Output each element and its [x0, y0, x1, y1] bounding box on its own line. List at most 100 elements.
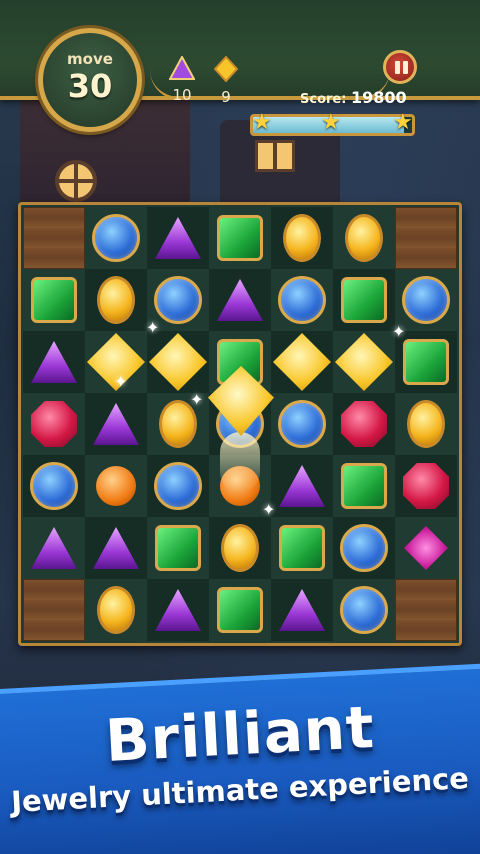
game-scene: move 30 10 9 Score: 19800 ★ ★ ★ ✦ ✦ ✦ ✦ … — [0, 0, 480, 854]
blue-gem[interactable] — [92, 214, 140, 262]
board-wood-tile — [395, 579, 457, 641]
board-cell[interactable] — [271, 393, 333, 455]
board-cell[interactable] — [209, 579, 271, 641]
board-cell[interactable] — [271, 517, 333, 579]
green-gem[interactable] — [217, 215, 263, 261]
board-wood-tile — [23, 579, 85, 641]
board-cell[interactable] — [333, 207, 395, 269]
purple-gem[interactable] — [155, 217, 201, 259]
blue-gem[interactable] — [278, 276, 326, 324]
purple-gem[interactable] — [155, 589, 201, 631]
board-cell[interactable] — [333, 579, 395, 641]
move-value: 30 — [67, 67, 113, 105]
board-cell[interactable] — [271, 455, 333, 517]
blue-gem[interactable] — [402, 276, 450, 324]
board-cell[interactable] — [85, 393, 147, 455]
board-cell[interactable] — [23, 331, 85, 393]
orange-bomb-gem[interactable] — [96, 466, 136, 506]
board-cell[interactable] — [209, 517, 271, 579]
green-gem[interactable] — [155, 525, 201, 571]
purple-gem[interactable] — [93, 527, 139, 569]
pause-button[interactable] — [383, 50, 417, 84]
board-cell[interactable] — [209, 269, 271, 331]
goal-yellow-count: 9 — [221, 88, 231, 106]
big-yellow-gem[interactable] — [335, 333, 393, 391]
blue-gem[interactable] — [340, 524, 388, 572]
yellow-gem[interactable] — [283, 214, 321, 262]
board-cell[interactable] — [147, 455, 209, 517]
sparkle-icon: ✦ — [190, 390, 204, 409]
board-cell[interactable] — [333, 269, 395, 331]
star-icon: ★ — [321, 110, 341, 135]
board-cell[interactable] — [395, 393, 457, 455]
board-cell[interactable] — [85, 579, 147, 641]
board-cell[interactable] — [85, 269, 147, 331]
blue-gem[interactable] — [278, 400, 326, 448]
board-cell[interactable] — [333, 331, 395, 393]
board-cell[interactable] — [333, 455, 395, 517]
board-cell[interactable] — [209, 207, 271, 269]
yellow-diamond-gem-icon — [213, 55, 239, 83]
sparkle-icon: ✦ — [114, 372, 128, 391]
board-cell[interactable] — [333, 517, 395, 579]
red-gem[interactable] — [403, 463, 449, 509]
purple-triangle-gem-icon — [168, 54, 196, 80]
green-gem[interactable] — [341, 277, 387, 323]
blue-gem[interactable] — [154, 462, 202, 510]
move-counter: move 30 — [38, 28, 142, 132]
board-cell[interactable] — [271, 207, 333, 269]
board-cell[interactable] — [147, 331, 209, 393]
yellow-gem[interactable] — [221, 524, 259, 572]
green-gem[interactable] — [341, 463, 387, 509]
board-cell[interactable] — [395, 455, 457, 517]
board-cell[interactable] — [85, 455, 147, 517]
score-display: Score: 19800 — [300, 88, 410, 108]
board-cell[interactable] — [23, 455, 85, 517]
purple-gem[interactable] — [31, 341, 77, 383]
board-cell[interactable] — [85, 517, 147, 579]
purple-gem[interactable] — [279, 465, 325, 507]
board-cell[interactable] — [147, 579, 209, 641]
board-cell[interactable] — [271, 331, 333, 393]
star-icon: ★ — [252, 110, 272, 135]
board-wood-tile — [23, 207, 85, 269]
yellow-gem[interactable] — [97, 586, 135, 634]
board-cell[interactable] — [23, 517, 85, 579]
score-value: 19800 — [350, 88, 407, 107]
red-gem[interactable] — [341, 401, 387, 447]
board-cell[interactable] — [333, 393, 395, 455]
green-gem[interactable] — [279, 525, 325, 571]
goal-yellow: 9 — [206, 55, 246, 106]
big-yellow-gem[interactable] — [273, 333, 331, 391]
yellow-gem[interactable] — [407, 400, 445, 448]
red-gem[interactable] — [31, 401, 77, 447]
background-round-window — [55, 160, 97, 202]
yellow-gem[interactable] — [345, 214, 383, 262]
purple-gem[interactable] — [93, 403, 139, 445]
green-gem[interactable] — [217, 587, 263, 633]
purple-gem[interactable] — [279, 589, 325, 631]
green-gem[interactable] — [31, 277, 77, 323]
big-yellow-gem[interactable] — [149, 333, 207, 391]
board-cell[interactable] — [147, 207, 209, 269]
purple-gem[interactable] — [31, 527, 77, 569]
special-pink-gem[interactable] — [404, 526, 448, 570]
sparkle-icon: ✦ — [392, 322, 406, 341]
goal-purple: 10 — [162, 54, 202, 104]
yellow-gem[interactable] — [97, 276, 135, 324]
blue-gem[interactable] — [30, 462, 78, 510]
score-label: Score: — [300, 92, 347, 107]
blue-gem[interactable] — [340, 586, 388, 634]
board-cell[interactable] — [147, 517, 209, 579]
board-cell[interactable] — [271, 269, 333, 331]
blue-gem[interactable] — [154, 276, 202, 324]
board-cell[interactable] — [23, 269, 85, 331]
green-gem[interactable] — [403, 339, 449, 385]
board-cell[interactable] — [85, 207, 147, 269]
star-icon: ★ — [393, 110, 413, 135]
board-cell[interactable] — [271, 579, 333, 641]
board-cell[interactable] — [395, 517, 457, 579]
purple-gem[interactable] — [217, 279, 263, 321]
gem-trail-effect — [220, 432, 260, 492]
board-cell[interactable] — [23, 393, 85, 455]
